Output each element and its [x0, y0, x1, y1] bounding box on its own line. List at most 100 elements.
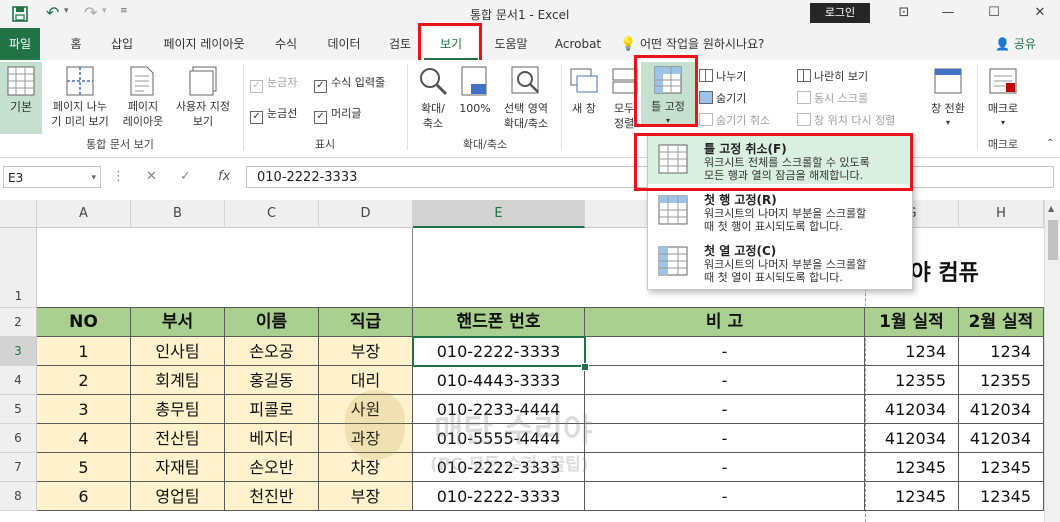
enter-icon[interactable]: ✓ — [180, 166, 191, 188]
headings-checkbox[interactable]: ✓ 머리글 — [314, 105, 361, 124]
table-header-no[interactable]: NO — [37, 308, 131, 337]
table-cell-dept[interactable]: 전산팀 — [131, 424, 225, 453]
table-cell-rank[interactable]: 부장 — [319, 482, 413, 511]
split-button[interactable]: 나누기 — [699, 68, 746, 84]
tab-help[interactable]: 도움말 — [484, 28, 538, 60]
tab-formulas[interactable]: 수식 — [266, 28, 306, 60]
table-cell-jan[interactable]: 1234 — [865, 337, 959, 366]
table-cell-name[interactable]: 손오반 — [225, 453, 319, 482]
table-cell-no[interactable]: 3 — [37, 395, 131, 424]
share-button[interactable]: 👤 공유 — [995, 28, 1036, 60]
table-cell-jan[interactable]: 412034 — [865, 395, 959, 424]
table-cell-note[interactable]: - — [585, 366, 865, 395]
tab-page-layout[interactable]: 페이지 레이아웃 — [150, 28, 258, 60]
tab-insert[interactable]: 삽입 — [100, 28, 144, 60]
table-cell-note[interactable]: - — [585, 482, 865, 511]
selected-cell-e3[interactable] — [412, 336, 586, 367]
table-cell-jan[interactable]: 412034 — [865, 424, 959, 453]
hide-button[interactable]: 숨기기 — [699, 90, 746, 106]
column-header-c[interactable]: C — [225, 200, 319, 228]
page-break-preview-button[interactable]: 페이지 나누 기 미리 보기 — [44, 62, 116, 134]
fill-handle[interactable] — [581, 363, 589, 371]
table-cell-phone[interactable]: 010-4443-3333 — [413, 366, 585, 395]
table-cell-dept[interactable]: 회계팀 — [131, 366, 225, 395]
formula-bar-checkbox[interactable]: ✓ 수식 입력줄 — [314, 74, 385, 93]
column-header-a[interactable]: A — [37, 200, 131, 228]
menu-freeze-top-row[interactable]: 첫 행 고정(R) 워크시트의 나머지 부분을 스크롤할 때 첫 행이 표시되도… — [648, 187, 910, 235]
row-header-6[interactable]: 6 — [0, 424, 37, 453]
table-cell-dept[interactable]: 총무팀 — [131, 395, 225, 424]
table-cell-dept[interactable]: 자재팀 — [131, 453, 225, 482]
table-cell-jan[interactable]: 12345 — [865, 482, 959, 511]
table-cell-feb[interactable]: 412034 — [959, 424, 1044, 453]
reset-window-position-button[interactable]: 창 위치 다시 정렬 — [797, 112, 895, 128]
row-header-4[interactable]: 4 — [0, 366, 37, 395]
table-cell-note[interactable]: - — [585, 453, 865, 482]
table-header-jan[interactable]: 1월 실적 — [865, 308, 959, 337]
ribbon-display-icon[interactable]: ⊡ — [886, 2, 922, 24]
row-header-3[interactable]: 3 — [0, 337, 37, 366]
maximize-icon[interactable]: ☐ — [976, 2, 1012, 24]
select-all-corner[interactable] — [0, 200, 37, 228]
undo-icon[interactable]: ↶ — [46, 3, 59, 22]
zoom-button[interactable]: 확대/ 축소 — [412, 62, 454, 134]
switch-windows-button[interactable]: 창 전환 ▾ — [922, 62, 974, 134]
new-window-button[interactable]: 새 창 — [564, 62, 604, 134]
table-cell-dept[interactable]: 인사팀 — [131, 337, 225, 366]
table-header-name[interactable]: 이름 — [225, 308, 319, 337]
table-cell-feb[interactable]: 12355 — [959, 366, 1044, 395]
table-header-rank[interactable]: 직급 — [319, 308, 413, 337]
tab-review[interactable]: 검토 — [380, 28, 420, 60]
minimize-icon[interactable]: — — [930, 2, 966, 24]
view-side-by-side-button[interactable]: 나란히 보기 — [797, 68, 868, 84]
zoom-100-button[interactable]: 100% — [456, 62, 494, 134]
table-cell-name[interactable]: 손오공 — [225, 337, 319, 366]
table-cell-no[interactable]: 4 — [37, 424, 131, 453]
table-cell-name[interactable]: 홍길동 — [225, 366, 319, 395]
table-cell-feb[interactable]: 12345 — [959, 482, 1044, 511]
tab-data[interactable]: 데이터 — [318, 28, 370, 60]
tab-home[interactable]: 홈 — [56, 28, 96, 60]
undo-dropdown-icon[interactable]: ▾ — [64, 6, 69, 16]
collapse-ribbon-icon[interactable]: ⌃ — [1046, 138, 1054, 149]
cancel-icon[interactable]: ✕ — [146, 166, 157, 188]
column-header-b[interactable]: B — [131, 200, 225, 228]
row-header-7[interactable]: 7 — [0, 453, 37, 482]
vertical-scrollbar[interactable]: ▲ — [1044, 200, 1060, 522]
table-header-phone[interactable]: 핸드폰 번호 — [413, 308, 585, 337]
table-cell-no[interactable]: 1 — [37, 337, 131, 366]
table-cell-name[interactable]: 천진반 — [225, 482, 319, 511]
table-cell-no[interactable]: 5 — [37, 453, 131, 482]
page-layout-view-button[interactable]: 페이지 레이아웃 — [118, 62, 168, 134]
table-cell-rank[interactable]: 부장 — [319, 337, 413, 366]
zoom-selection-button[interactable]: 선택 영역 확대/축소 — [496, 62, 556, 134]
table-cell-feb[interactable]: 12345 — [959, 453, 1044, 482]
name-box[interactable]: E3 ▾ — [3, 166, 101, 188]
table-cell-no[interactable]: 6 — [37, 482, 131, 511]
tab-acrobat[interactable]: Acrobat — [546, 28, 610, 60]
table-cell-jan[interactable]: 12345 — [865, 453, 959, 482]
table-header-dept[interactable]: 부서 — [131, 308, 225, 337]
row-header-5[interactable]: 5 — [0, 395, 37, 424]
table-cell-note[interactable]: - — [585, 337, 865, 366]
sync-scroll-button[interactable]: 동시 스크롤 — [797, 90, 868, 106]
table-cell-name[interactable]: 피콜로 — [225, 395, 319, 424]
table-cell-name[interactable]: 베지터 — [225, 424, 319, 453]
ruler-checkbox[interactable]: ✓ 눈금자 — [250, 74, 297, 93]
unhide-button[interactable]: 숨기기 취소 — [699, 112, 770, 128]
normal-view-button[interactable]: 기본 — [0, 62, 42, 134]
redo-dropdown-icon[interactable]: ▾ — [102, 6, 107, 16]
table-cell-feb[interactable]: 1234 — [959, 337, 1044, 366]
column-header-h[interactable]: H — [959, 200, 1044, 228]
redo-icon[interactable]: ↷ — [84, 3, 97, 22]
custom-views-button[interactable]: 사용자 지정 보기 — [170, 62, 236, 134]
column-header-e[interactable]: E — [413, 200, 585, 228]
save-icon[interactable] — [12, 6, 28, 22]
login-button[interactable]: 로그인 — [810, 3, 870, 23]
table-cell-jan[interactable]: 12355 — [865, 366, 959, 395]
row-header-1[interactable]: 1 — [0, 228, 37, 308]
scroll-up-icon[interactable]: ▲ — [1048, 204, 1054, 213]
tab-file[interactable]: 파일 — [0, 28, 40, 60]
scroll-thumb[interactable] — [1048, 220, 1058, 260]
close-icon[interactable]: ✕ — [1022, 2, 1058, 24]
